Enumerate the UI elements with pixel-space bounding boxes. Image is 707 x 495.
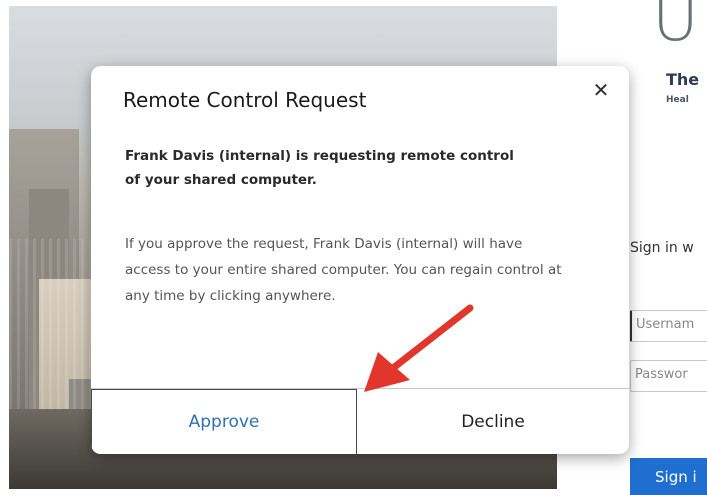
- annotation-arrow-icon: [364, 304, 474, 392]
- signin-button[interactable]: Sign i: [630, 458, 707, 495]
- decline-button[interactable]: Decline: [357, 389, 629, 454]
- remote-control-dialog: Remote Control Request ✕ Frank Davis (in…: [91, 66, 629, 454]
- org-subtitle: Heal: [666, 95, 689, 105]
- dialog-title: Remote Control Request: [123, 88, 367, 112]
- dialog-footer: Approve Decline: [91, 388, 629, 454]
- username-input[interactable]: Usernam: [630, 310, 707, 342]
- request-details: If you approve the request, Frank Davis …: [125, 236, 562, 304]
- approve-button[interactable]: Approve: [91, 389, 357, 454]
- close-icon[interactable]: ✕: [589, 78, 613, 102]
- org-logo: U: [652, 0, 699, 56]
- org-name: The: [666, 70, 700, 89]
- request-message: Frank Davis (internal) is requesting rem…: [125, 148, 514, 188]
- password-input[interactable]: Passwor: [630, 360, 707, 392]
- signin-heading: Sign in w: [630, 240, 694, 256]
